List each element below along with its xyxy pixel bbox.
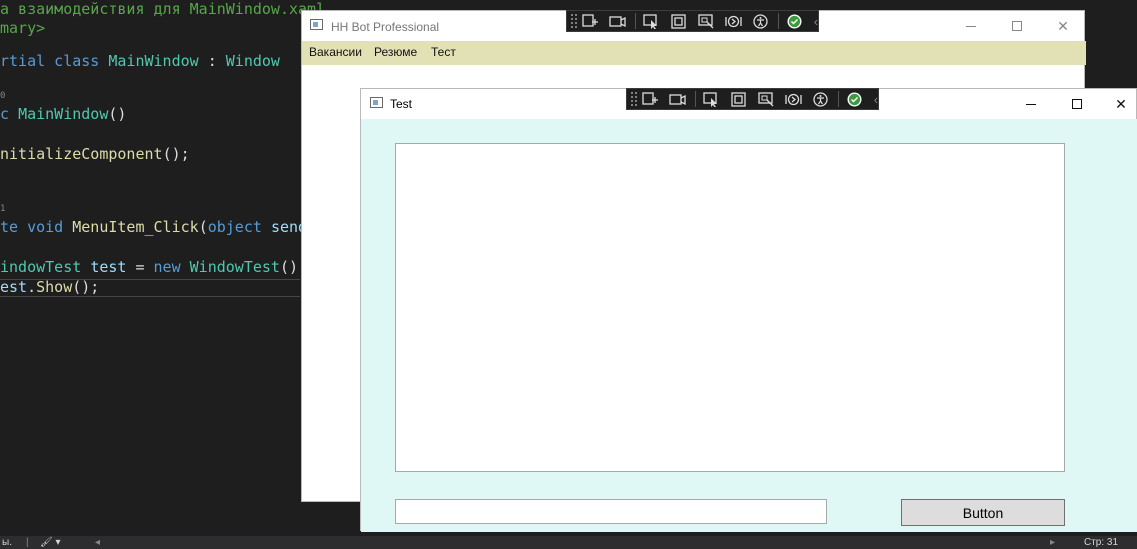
hot-reload-icon[interactable]: [783, 90, 803, 108]
go-to-live-visual-tree-icon[interactable]: [640, 90, 660, 108]
menu-item-resume[interactable]: Резюме: [374, 45, 417, 59]
go-to-live-visual-tree-icon[interactable]: [580, 12, 600, 30]
accessibility-checker-icon[interactable]: [750, 12, 770, 30]
app-icon: [310, 19, 323, 30]
content-box[interactable]: [395, 143, 1065, 472]
show-in-app-toolbar-icon[interactable]: [668, 90, 688, 108]
select-element-icon[interactable]: [642, 12, 662, 30]
code-line-2-text: mary>: [0, 19, 46, 37]
track-focused-element-icon[interactable]: [756, 90, 776, 108]
scroll-right-icon[interactable]: ▸: [1050, 537, 1055, 549]
code-line-6: te void MenuItem_Click(object send: [0, 218, 308, 236]
reference-count[interactable]: 1: [0, 204, 5, 214]
code-line-1: а взаимодействия для MainWindow.xaml: [0, 0, 325, 18]
debug-toolbar-test: ‹: [626, 88, 879, 110]
brush-icon[interactable]: 🖌 ▾: [40, 537, 61, 549]
minimize-icon: [1026, 103, 1036, 105]
test-window[interactable]: Test ✕ Button: [360, 88, 1137, 532]
reference-count[interactable]: 0: [0, 91, 5, 101]
toolbar-grip[interactable]: [570, 13, 578, 29]
display-layout-adorners-icon[interactable]: [729, 90, 749, 108]
maximize-icon: [1012, 21, 1022, 31]
collapse-chevron-icon[interactable]: ‹: [814, 14, 818, 29]
test-window-title: Test: [390, 97, 413, 111]
code-line-3: rtial class MainWindow : Window: [0, 52, 280, 70]
hot-reload-icon[interactable]: [723, 12, 743, 30]
checkmark-icon[interactable]: [785, 12, 805, 30]
menu-bar: Вакансии Резюме Тест: [302, 41, 1086, 65]
toolbar-grip[interactable]: [630, 91, 638, 107]
line-indicator: Стр: 31: [1084, 537, 1119, 548]
minimize-button[interactable]: [1008, 89, 1054, 119]
text-input[interactable]: [395, 499, 827, 524]
collapse-chevron-icon[interactable]: ‹: [874, 92, 878, 107]
maximize-button[interactable]: [994, 11, 1040, 41]
close-icon: ✕: [1057, 17, 1069, 34]
display-layout-adorners-icon[interactable]: [669, 12, 689, 30]
code-line-7: indowTest test = new WindowTest(): [0, 258, 299, 276]
minimize-button[interactable]: [948, 11, 994, 41]
status-left-text: ы.: [2, 537, 12, 548]
close-button[interactable]: ✕: [1098, 89, 1137, 119]
code-line-5: nitializeComponent();: [0, 145, 190, 163]
debug-toolbar-main: ‹: [566, 10, 819, 32]
app-icon: [370, 97, 383, 108]
status-divider: |: [26, 537, 29, 548]
code-line-8: est.Show();: [0, 278, 100, 296]
action-button[interactable]: Button: [901, 499, 1065, 526]
code-line-4: c MainWindow(): [0, 105, 127, 123]
track-focused-element-icon[interactable]: [696, 12, 716, 30]
scroll-left-icon[interactable]: ◂: [95, 537, 100, 549]
menu-item-vacancies[interactable]: Вакансии: [309, 45, 362, 59]
checkmark-icon[interactable]: [845, 90, 865, 108]
test-window-client: Button: [361, 119, 1137, 532]
menu-item-test[interactable]: Тест: [431, 45, 456, 59]
close-icon: ✕: [1115, 95, 1127, 112]
close-button[interactable]: ✕: [1040, 11, 1086, 41]
accessibility-checker-icon[interactable]: [810, 90, 830, 108]
select-element-icon[interactable]: [702, 90, 722, 108]
minimize-icon: [966, 25, 976, 27]
main-window-title: HH Bot Professional: [331, 20, 440, 34]
show-in-app-toolbar-icon[interactable]: [608, 12, 628, 30]
status-bar: ы. | 🖌 ▾ ◂ ▸ Стр: 31: [0, 536, 1137, 549]
maximize-button[interactable]: [1054, 89, 1100, 119]
code-line-2: mary>: [0, 19, 45, 37]
code-line-1-text: а взаимодействия для MainWindow.xaml: [0, 0, 326, 18]
maximize-icon: [1072, 99, 1082, 109]
